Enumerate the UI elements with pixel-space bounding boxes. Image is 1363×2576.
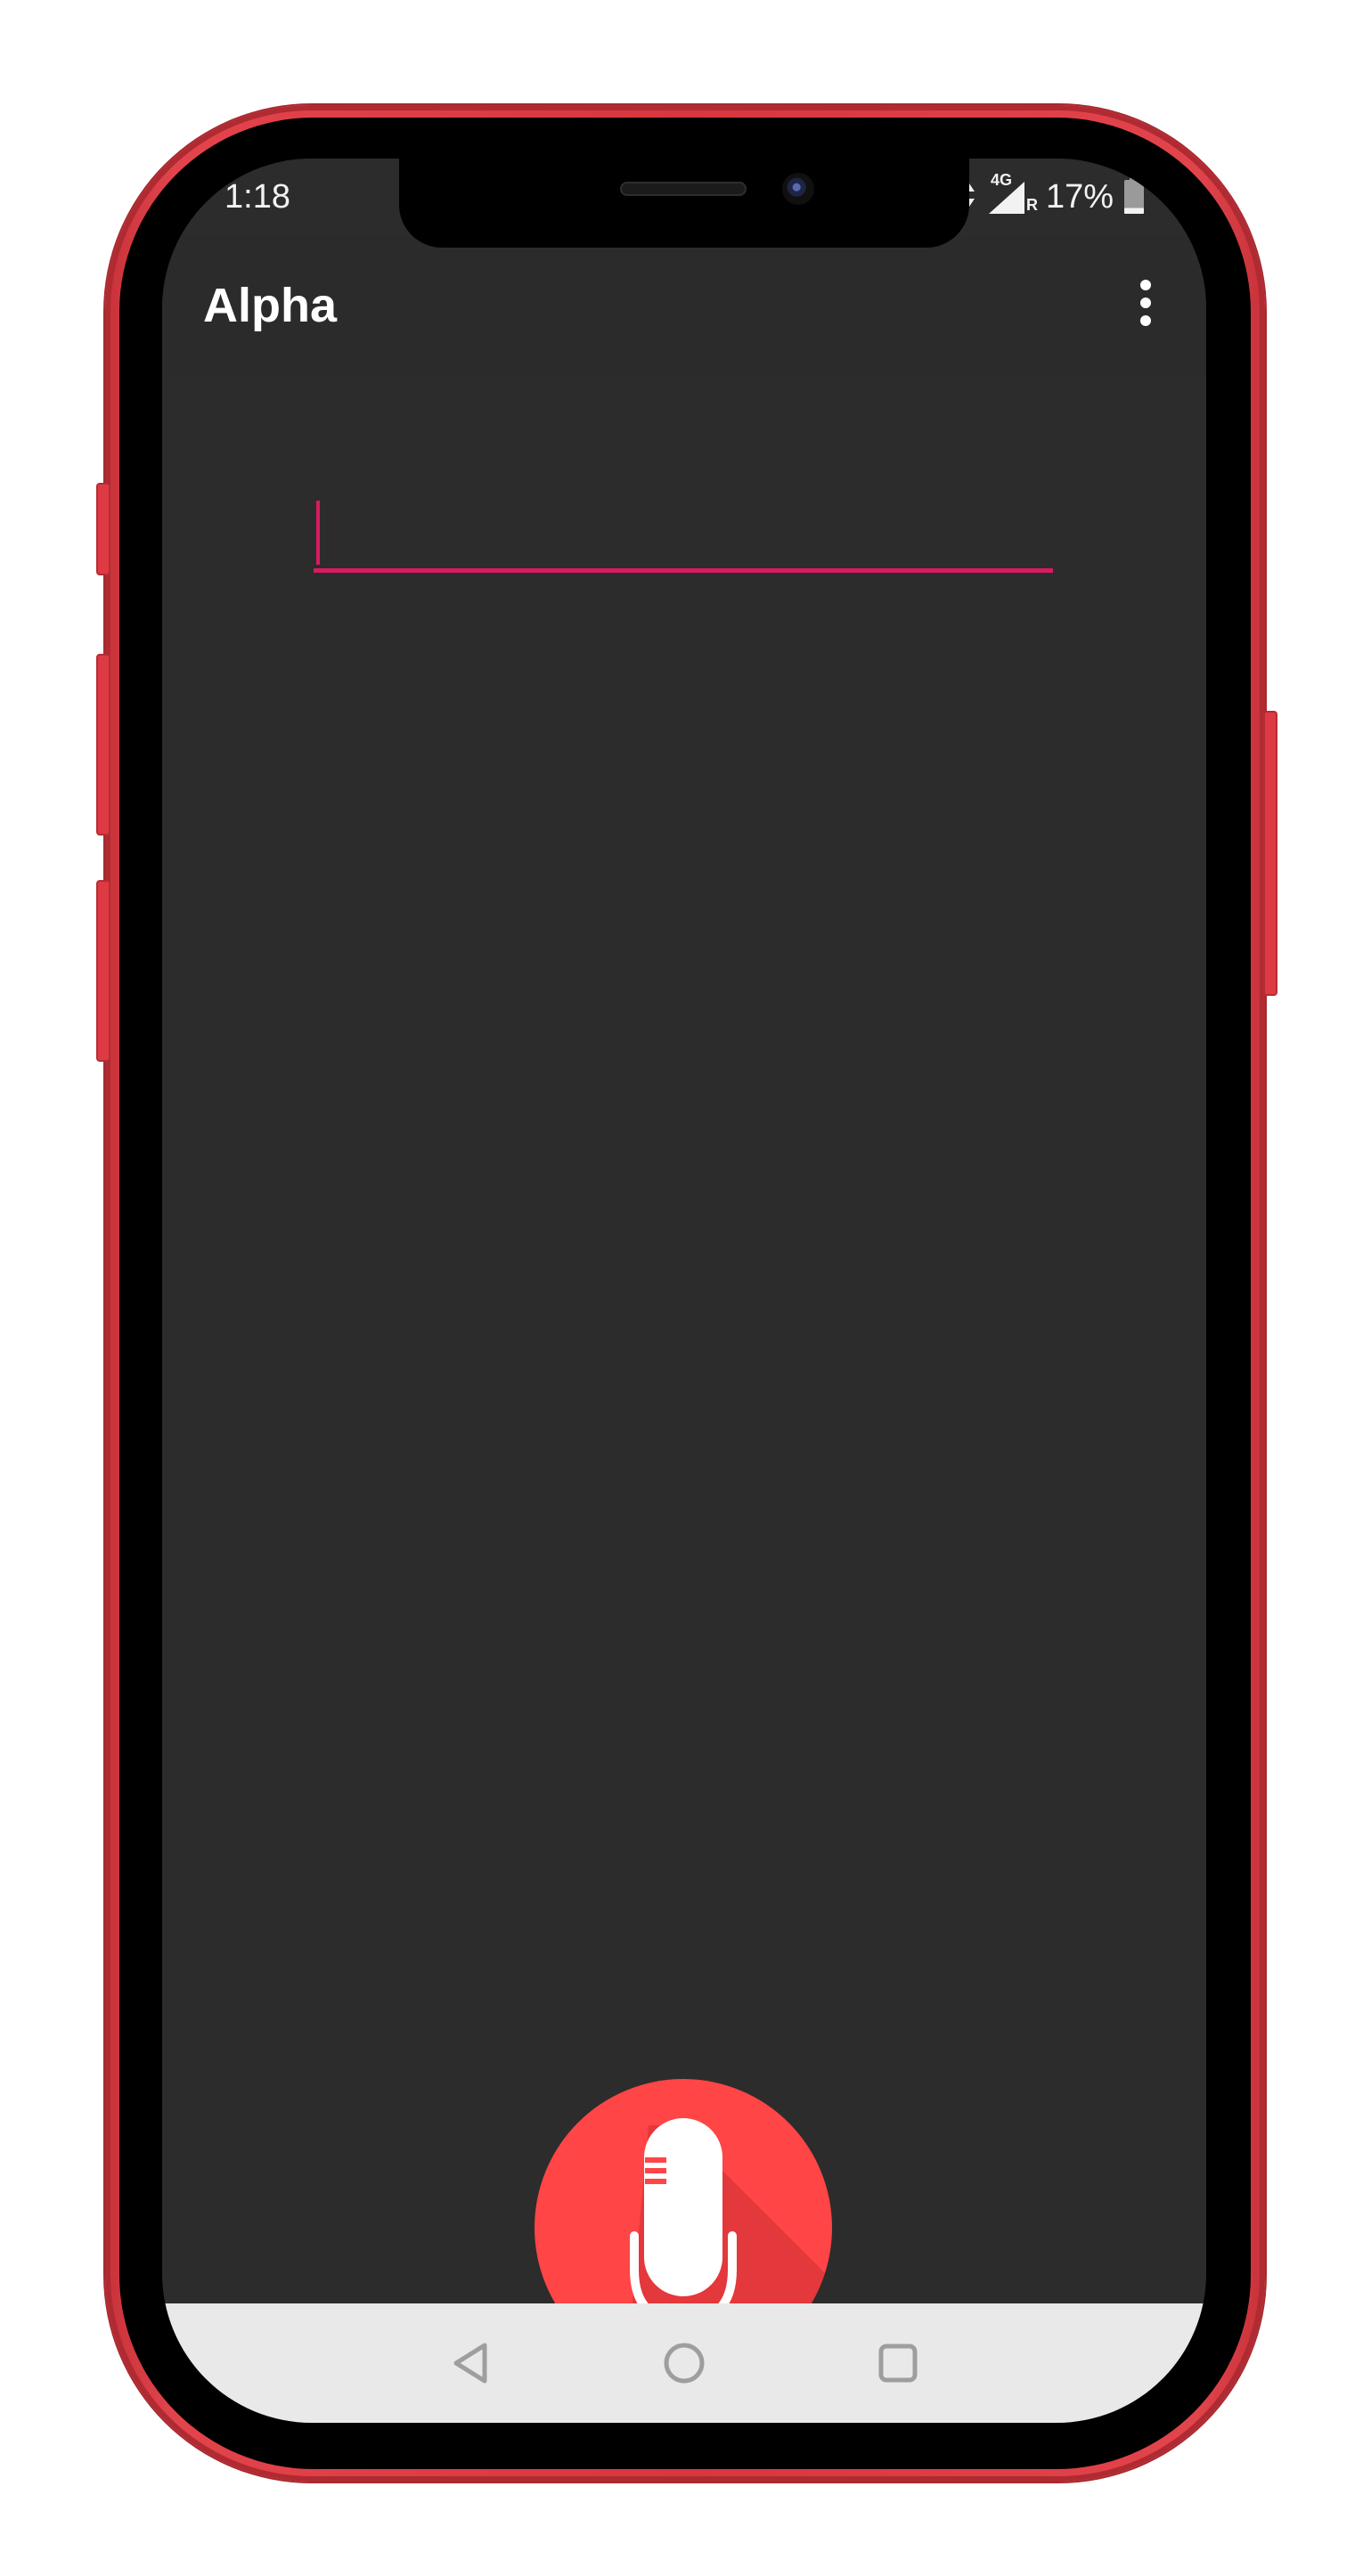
nav-back-button[interactable] [428,2320,513,2406]
cellular-signal-icon: 4G R [985,171,1038,217]
volume-up-button [96,654,110,836]
text-cursor [316,501,320,565]
more-vert-icon [1140,280,1151,326]
app-bar: Alpha [162,239,1206,378]
earpiece-speaker [620,182,747,196]
status-icons: 4G R 17% [962,171,1146,219]
overflow-menu-button[interactable] [1110,267,1181,338]
status-time: 1:18 [224,178,290,216]
roaming-label: R [1025,196,1038,214]
notch [399,159,969,248]
network-type-label: 4G [990,171,1012,189]
nav-home-button[interactable] [641,2320,727,2406]
screen: 1:18 4G R 17% Alpha [162,159,1206,2423]
recents-square-icon [878,2344,918,2383]
app-title: Alpha [203,279,338,332]
navigation-bar [162,2303,1206,2423]
battery-icon [1122,175,1146,219]
main-content [162,378,1206,2376]
stage: 1:18 4G R 17% Alpha [0,0,1363,2576]
nav-recents-button[interactable] [855,2320,941,2406]
power-button [1263,711,1277,996]
mute-switch [96,483,110,575]
front-camera [782,173,814,205]
battery-percent: 17% [1045,177,1114,216]
back-triangle-icon [453,2343,487,2384]
home-circle-icon [664,2343,705,2384]
volume-down-button [96,880,110,1062]
speech-text-field[interactable] [314,493,1053,573]
